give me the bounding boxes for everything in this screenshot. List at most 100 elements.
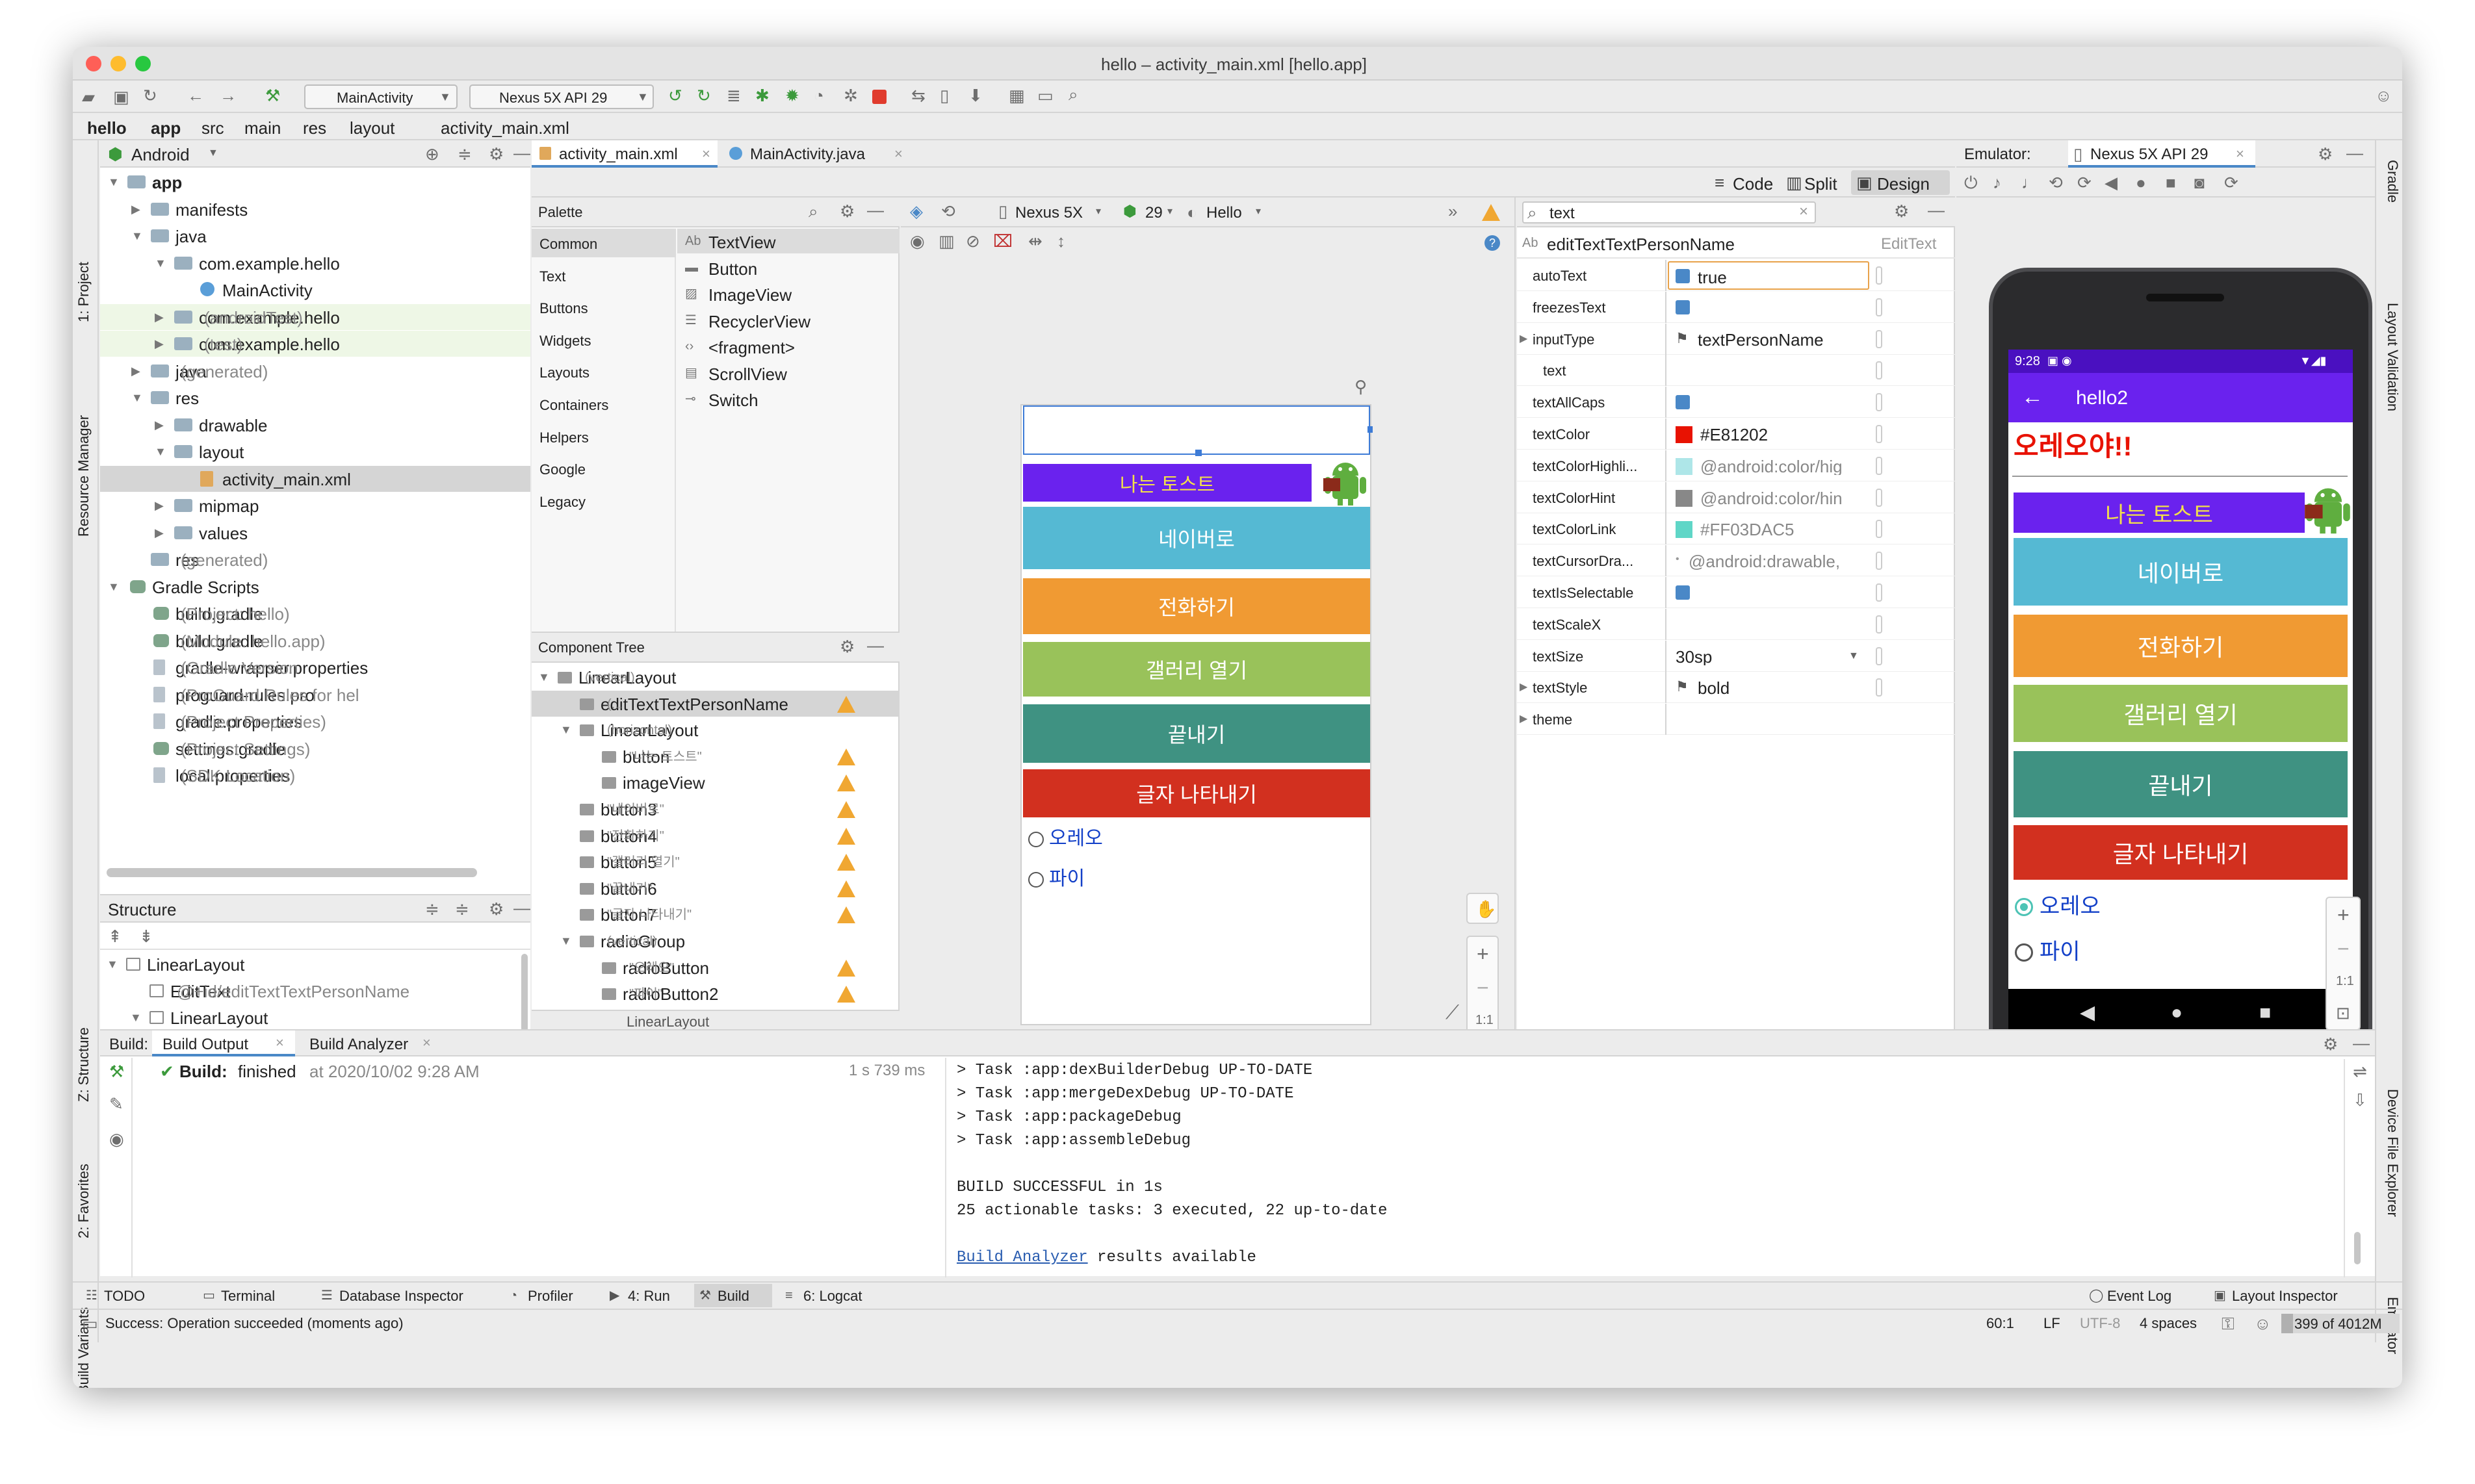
component-tree-item[interactable]: button7 "글자 나타내기" (532, 901, 900, 927)
breadcrumb-item[interactable]: src (201, 120, 224, 136)
zoom-in-icon[interactable]: + (2337, 904, 2350, 925)
gear-icon[interactable]: ⚙ (489, 901, 504, 917)
zoom-out-icon[interactable]: − (2337, 938, 2350, 959)
tab-build-output[interactable]: Build Output × (152, 1030, 295, 1056)
zoom-actual-icon[interactable]: 1:1 (1475, 1014, 1494, 1027)
project-tree-item[interactable]: proguard-rules.pro (ProGuard Rules for he… (100, 682, 530, 708)
component-tree-item[interactable]: button4 "전화하기" (532, 823, 900, 849)
project-tree-item[interactable]: MainActivity (100, 277, 530, 303)
project-tree-item[interactable]: ▶ mipmap (100, 493, 530, 518)
warning-icon[interactable] (1482, 204, 1500, 221)
toast-button[interactable]: 나는 토스트 (2014, 493, 2305, 533)
radio-oreo-preview[interactable]: 오레오 (1049, 829, 1103, 849)
tab-main-activity[interactable]: MainActivity.java × (724, 140, 913, 168)
sync-gradle-icon[interactable]: ⇆ (911, 87, 926, 104)
project-tree-item[interactable]: ▼ res (100, 385, 530, 411)
zoom-in-icon[interactable]: + (1477, 943, 1489, 964)
bottom-tab[interactable]: ☷ TODO (81, 1284, 178, 1307)
attribute-row[interactable]: textIsSelectable (1517, 577, 1955, 608)
project-tree-item[interactable]: activity_main.xml (100, 465, 530, 492)
snapshot-icon[interactable]: ⟳ (2224, 174, 2238, 191)
project-tree-item[interactable]: ▼ com.example.hello (100, 250, 530, 276)
apply-changes-icon[interactable]: ↺ (668, 87, 682, 104)
zoom-actual-icon[interactable]: 1:1 (2336, 975, 2354, 988)
camera-icon[interactable]: ◙ (2194, 174, 2205, 191)
resource-manager-tool-tab[interactable]: Resource Manager (75, 415, 92, 537)
component-tree-item[interactable]: imageView (532, 769, 900, 795)
favorites-tool-tab[interactable]: 2: Favorites (75, 1164, 92, 1238)
bottom-tab[interactable]: ◔ Profiler (504, 1284, 602, 1307)
show-text-button-preview[interactable]: 글자 나타내기 (1023, 769, 1370, 817)
gear-icon[interactable]: ⚙ (840, 203, 855, 220)
clear-icon[interactable]: × (1799, 204, 1808, 220)
code-mode-button[interactable]: ≡ Code (1711, 172, 1780, 194)
hector-icon[interactable]: ☺ (2254, 1315, 2272, 1332)
palette-category[interactable]: Widgets (532, 326, 676, 354)
chevron-down-icon[interactable]: ▼ (560, 935, 572, 947)
hide-icon[interactable]: — (513, 899, 530, 916)
warning-icon[interactable] (837, 959, 855, 977)
memory-indicator[interactable]: 399 of 4012M (2281, 1314, 2400, 1333)
breadcrumb-item[interactable]: activity_main.xml (441, 120, 569, 136)
project-tree-item[interactable]: ▶ com.example.hello (androidTest) (100, 303, 530, 330)
resource-picker-icon[interactable] (1876, 552, 1882, 570)
radio-oreo[interactable]: 오레오 (2040, 895, 2101, 917)
attribute-value[interactable]: @android:drawable, (1689, 553, 1840, 570)
nav-recent-icon[interactable]: ■ (2259, 1003, 2271, 1023)
toast-button-preview[interactable]: 나는 토스트 (1023, 464, 1312, 502)
attribute-row[interactable]: autoText true (1517, 260, 1955, 291)
power-icon[interactable]: ⏻ (1964, 174, 1978, 191)
search-icon[interactable]: ⌕ (1069, 86, 1078, 103)
warning-icon[interactable] (837, 748, 855, 765)
chevron-down-icon[interactable]: ▾ (1096, 207, 1101, 217)
project-tree-item[interactable]: ▼ Gradle Scripts (100, 574, 530, 600)
chevron-down-icon[interactable]: ▾ (1167, 207, 1173, 217)
project-view-select[interactable]: Android (131, 146, 190, 163)
pack-icon[interactable]: ⇹ (1028, 233, 1043, 249)
component-tree-item[interactable]: radioButton2 "파이" (532, 980, 900, 1006)
radio-pie-preview[interactable]: 파이 (1049, 869, 1085, 889)
attribute-value[interactable]: 30sp (1676, 648, 1712, 665)
sdk-manager-icon[interactable]: ⬇ (968, 87, 983, 104)
chevron-right-icon[interactable]: ▶ (131, 365, 140, 377)
palette-category[interactable]: Text (532, 261, 676, 290)
warning-icon[interactable] (837, 774, 855, 792)
caret-position[interactable]: 60:1 (1986, 1316, 2014, 1331)
color-swatch[interactable] (1676, 457, 1692, 475)
warning-icon[interactable] (837, 827, 855, 845)
chevron-right-icon[interactable]: ▶ (1520, 682, 1527, 693)
device-select[interactable]: Nexus 5X API 29 ▼ (469, 84, 654, 109)
resource-picker-icon[interactable] (1876, 361, 1882, 380)
save-icon[interactable]: ▣ (113, 88, 129, 105)
palette-category[interactable]: Buttons (532, 293, 676, 322)
gear-icon[interactable]: ⚙ (1894, 203, 1909, 220)
attribute-row[interactable]: textColor #E81202 (1517, 418, 1955, 450)
attribute-row[interactable]: textSize 30sp ▼ (1517, 640, 1955, 672)
bottom-tab[interactable]: ⚒ Build (694, 1284, 772, 1307)
build-hammer-icon[interactable]: ⚒ (109, 1063, 124, 1080)
chevron-down-icon[interactable]: ▼ (108, 176, 120, 188)
attribute-row[interactable]: textColorHighli... @android:color/hig (1517, 450, 1955, 481)
indent-setting[interactable]: 4 spaces (2140, 1316, 2197, 1331)
zoom-out-icon[interactable]: − (1477, 977, 1489, 998)
close-icon[interactable]: × (276, 1036, 284, 1050)
project-tree-item[interactable]: ▶ values (100, 520, 530, 546)
volume-down-icon[interactable]: ♩ (2021, 174, 2038, 191)
align-icon[interactable]: ↕ (1057, 233, 1065, 249)
build-analyzer-link[interactable]: Build Analyzer (957, 1249, 1088, 1266)
clear-constraints-icon[interactable]: ⌧ (993, 233, 1013, 249)
resource-picker-icon[interactable] (1876, 456, 1882, 475)
bottom-tab[interactable]: ≡ 6: Logcat (780, 1284, 877, 1307)
call-button-preview[interactable]: 전화하기 (1023, 578, 1370, 634)
filter-icon[interactable]: ⇟ (139, 928, 153, 945)
project-tree-item[interactable]: ▶ java (generated) (100, 358, 530, 384)
structure-item[interactable]: ▼ LinearLayout (100, 951, 523, 977)
warning-icon[interactable] (837, 906, 855, 924)
rotate-right-icon[interactable]: ⟳ (2077, 174, 2092, 191)
gallery-button[interactable]: 갤러리 열기 (2014, 685, 2348, 742)
call-button[interactable]: 전화하기 (2014, 615, 2348, 677)
resource-picker-icon[interactable] (1876, 583, 1882, 602)
nav-back-icon[interactable]: ◀ (2080, 1003, 2095, 1023)
structure-item[interactable]: EditText @+id/editTextTextPersonName (100, 978, 523, 1004)
resource-picker-icon[interactable] (1876, 646, 1882, 665)
